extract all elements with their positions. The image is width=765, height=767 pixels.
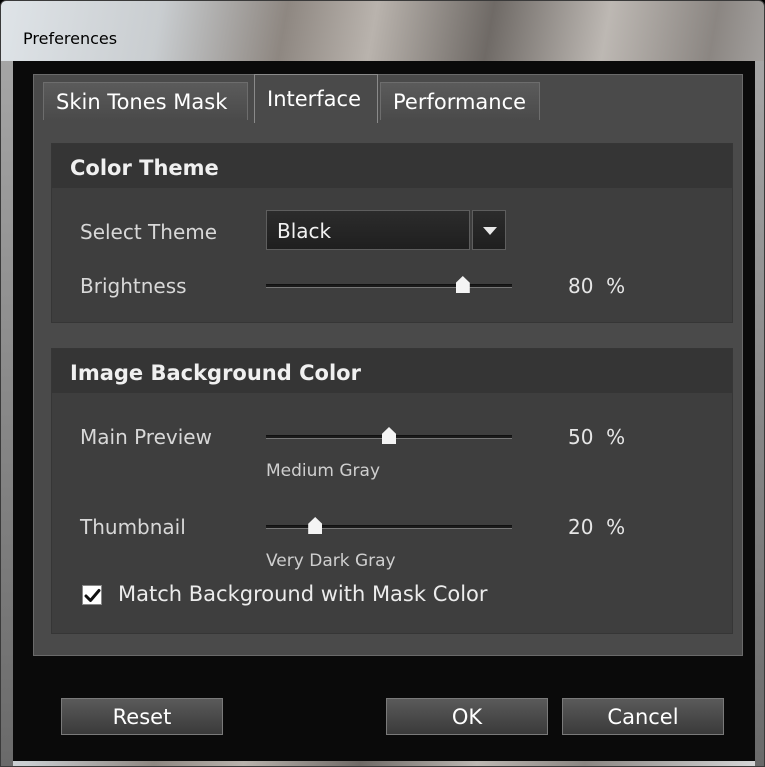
slider-thumb[interactable] (382, 427, 396, 444)
slider-thumb[interactable] (455, 276, 470, 293)
tab-interface[interactable]: Interface (254, 74, 378, 123)
chevron-down-icon[interactable] (472, 210, 506, 250)
checkmark-icon (84, 589, 101, 602)
color-theme-header: Color Theme (52, 144, 732, 188)
cancel-button[interactable]: Cancel (562, 698, 724, 735)
slider-thumb[interactable] (308, 517, 323, 534)
theme-select-value[interactable]: Black (266, 210, 470, 250)
group-title: Image Background Color (70, 361, 361, 385)
color-theme-group: Color Theme Select Theme Black Brightnes… (51, 143, 733, 323)
image-background-group: Image Background Color Main Preview 50 %… (51, 348, 733, 634)
brightness-value: 80 % (568, 274, 626, 298)
tab-label: Skin Tones Mask (56, 90, 228, 114)
reset-button[interactable]: Reset (61, 698, 223, 735)
window-title: Preferences (23, 29, 118, 48)
tab-performance[interactable]: Performance (380, 82, 540, 120)
match-background-checkbox[interactable] (82, 585, 102, 605)
group-title: Color Theme (70, 156, 219, 180)
thumbnail-slider[interactable] (266, 517, 512, 537)
match-background-label[interactable]: Match Background with Mask Color (118, 582, 488, 606)
tab-skin-tones-mask[interactable]: Skin Tones Mask (43, 82, 248, 120)
select-theme-label: Select Theme (80, 220, 218, 244)
title-bar[interactable]: Preferences (1, 1, 764, 61)
tab-label: Interface (267, 87, 362, 111)
window-frame-right (755, 61, 764, 766)
image-background-header: Image Background Color (52, 349, 732, 393)
main-preview-caption: Medium Gray (266, 461, 381, 481)
brightness-slider[interactable] (266, 276, 512, 296)
window-frame-left (1, 61, 13, 766)
theme-select[interactable]: Black (266, 210, 506, 250)
brightness-label: Brightness (80, 274, 187, 298)
slider-track[interactable] (266, 525, 512, 529)
ok-button[interactable]: OK (386, 698, 548, 735)
thumbnail-label: Thumbnail (80, 515, 186, 539)
thumbnail-value: 20 % (568, 515, 626, 539)
slider-track[interactable] (266, 284, 512, 288)
dialog-client-area: Skin Tones Mask Interface Performance Co… (13, 61, 755, 761)
main-preview-slider[interactable] (266, 427, 512, 447)
main-preview-label: Main Preview (80, 425, 212, 449)
thumbnail-caption: Very Dark Gray (266, 551, 396, 571)
main-preview-value: 50 % (568, 425, 626, 449)
tab-label: Performance (393, 90, 527, 114)
preferences-window: Preferences Skin Tones Mask Interface Pe… (0, 0, 765, 767)
